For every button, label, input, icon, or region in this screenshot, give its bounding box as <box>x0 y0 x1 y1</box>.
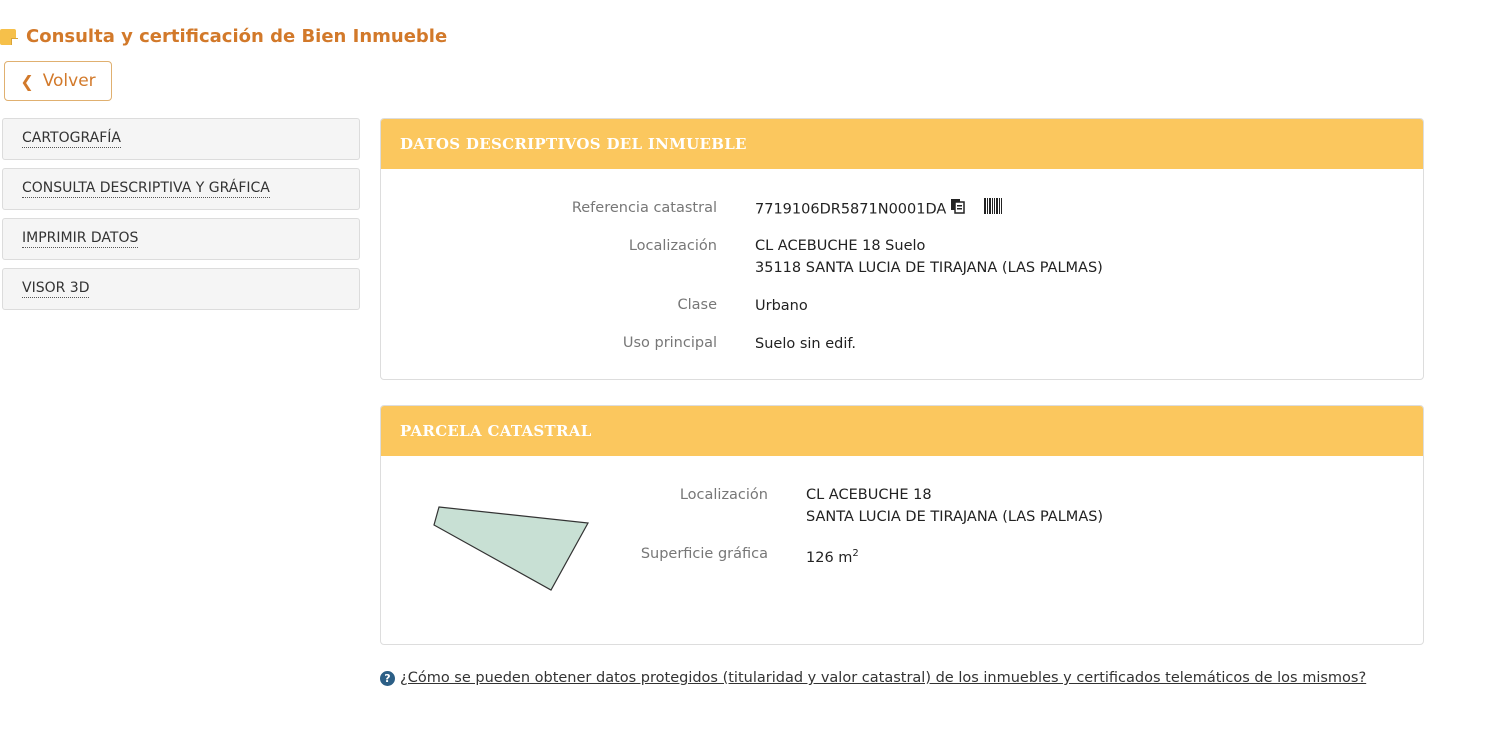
question-circle-icon: ? <box>380 670 395 686</box>
back-button-label: Volver <box>42 71 96 91</box>
superficie-number: 126 m <box>806 549 853 566</box>
panel-header: DATOS DESCRIPTIVOS DEL INMUEBLE <box>381 119 1423 169</box>
clase-label: Clase <box>677 297 717 313</box>
superficie-unit-exponent: 2 <box>852 548 859 559</box>
sidebar-item-label: CARTOGRAFÍA <box>22 130 121 148</box>
help-link[interactable]: ¿Cómo se pueden obtener datos protegidos… <box>400 670 1366 686</box>
localizacion-line2: 35118 SANTA LUCIA DE TIRAJANA (LAS PALMA… <box>755 260 1103 276</box>
sidebar-item-label: VISOR 3D <box>22 280 90 298</box>
uso-principal-label: Uso principal <box>622 335 717 351</box>
sidebar-item-consulta-descriptiva[interactable]: CONSULTA DESCRIPTIVA Y GRÁFICA <box>2 168 360 210</box>
referencia-label: Referencia catastral <box>571 200 717 216</box>
sidebar: CARTOGRAFÍA CONSULTA DESCRIPTIVA Y GRÁFI… <box>2 118 360 318</box>
parcela-catastral-panel: PARCELA CATASTRAL Localización CL ACEBUC… <box>380 405 1424 645</box>
help-line: ? ¿Cómo se pueden obtener datos protegid… <box>380 670 1366 686</box>
localizacion-value: CL ACEBUCHE 18 Suelo 35118 SANTA LUCIA D… <box>755 235 1103 279</box>
sidebar-item-cartografia[interactable]: CARTOGRAFÍA <box>2 118 360 160</box>
sidebar-item-visor-3d[interactable]: VISOR 3D <box>2 268 360 310</box>
panel-header: PARCELA CATASTRAL <box>381 406 1423 456</box>
sidebar-item-label: CONSULTA DESCRIPTIVA Y GRÁFICA <box>22 180 270 198</box>
barcode-icon[interactable] <box>984 198 1003 221</box>
clase-value: Urbano <box>755 298 808 314</box>
superficie-label: Superficie gráfica <box>640 546 768 562</box>
page-title: Consulta y certificación de Bien Inmuebl… <box>0 24 447 48</box>
parcela-localizacion-line1: CL ACEBUCHE 18 <box>806 487 932 503</box>
localizacion-label: Localización <box>628 238 717 254</box>
parcela-localizacion-line2: SANTA LUCIA DE TIRAJANA (LAS PALMAS) <box>806 509 1104 525</box>
uso-principal-value: Suelo sin edif. <box>755 336 857 352</box>
back-button[interactable]: ❮ Volver <box>4 61 112 101</box>
referencia-row: 7719106DR5871N0001DA <box>755 198 1003 221</box>
parcela-localizacion-value: CL ACEBUCHE 18 SANTA LUCIA DE TIRAJANA (… <box>806 484 1103 528</box>
localizacion-line1: CL ACEBUCHE 18 Suelo <box>755 238 926 254</box>
superficie-value: 126 m2 <box>806 543 859 569</box>
datos-descriptivos-panel: DATOS DESCRIPTIVOS DEL INMUEBLE Referenc… <box>380 118 1424 380</box>
sidebar-item-label: IMPRIMIR DATOS <box>22 230 139 248</box>
parcela-localizacion-label: Localización <box>679 487 768 503</box>
copy-icon[interactable] <box>950 198 966 221</box>
document-icon <box>0 27 18 45</box>
chevron-left-icon: ❮ <box>20 71 34 91</box>
referencia-value[interactable]: 7719106DR5871N0001DA <box>755 202 946 218</box>
page-title-text: Consulta y certificación de Bien Inmuebl… <box>26 25 448 47</box>
sidebar-item-imprimir-datos[interactable]: IMPRIMIR DATOS <box>2 218 360 260</box>
